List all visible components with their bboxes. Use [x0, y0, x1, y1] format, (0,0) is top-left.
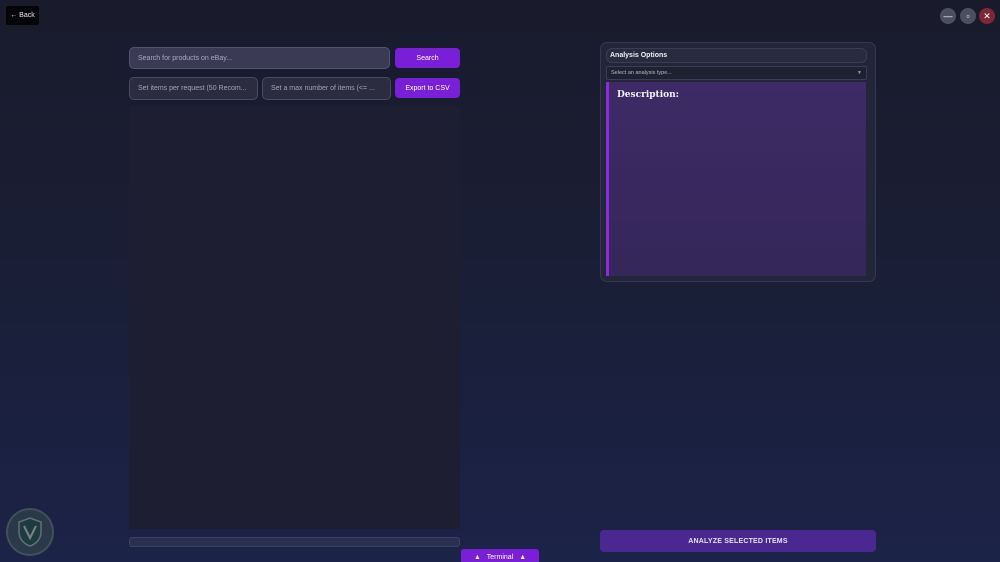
- terminal-label: Terminal: [486, 554, 514, 561]
- description-label: Description:: [617, 90, 679, 100]
- progress-bar: [129, 537, 460, 547]
- close-button[interactable]: ✕: [979, 8, 995, 24]
- max-items-input[interactable]: Set a max number of items (<= ...: [262, 77, 391, 100]
- back-button[interactable]: ← Back: [6, 6, 39, 25]
- description-box: Description:: [606, 82, 866, 276]
- max-items-placeholder: Set a max number of items (<= ...: [271, 85, 375, 92]
- analyze-selected-items-button[interactable]: ANALYZE SELECTED ITEMS: [600, 530, 876, 552]
- terminal-toggle-button[interactable]: ▲ Terminal ▲: [461, 549, 539, 562]
- results-list[interactable]: [129, 106, 460, 529]
- items-per-request-placeholder: Set items per request (50 Recom...: [138, 85, 247, 92]
- dropdown-arrow-icon: ▼: [857, 70, 862, 76]
- maximize-icon: ▫: [966, 11, 970, 21]
- chevron-up-icon: ▲: [519, 554, 527, 561]
- search-button[interactable]: Search: [395, 48, 460, 68]
- close-icon: ✕: [983, 10, 991, 21]
- maximize-button[interactable]: ▫: [960, 8, 976, 24]
- chevron-up-icon: ▲: [473, 554, 481, 561]
- analysis-type-select[interactable]: Select an analysis type... ▼: [606, 66, 867, 80]
- search-input[interactable]: Search for products on eBay...: [129, 47, 390, 69]
- analysis-type-placeholder: Select an analysis type...: [611, 70, 672, 76]
- minimize-icon: —: [943, 11, 953, 21]
- search-input-placeholder: Search for products on eBay...: [138, 54, 233, 62]
- minimize-button[interactable]: —: [940, 8, 956, 24]
- watermark-logo: [6, 508, 54, 556]
- analysis-options-title: Analysis Options: [606, 48, 867, 63]
- analysis-options-panel: Analysis Options Select an analysis type…: [600, 42, 876, 282]
- export-csv-button[interactable]: Export to CSV: [395, 78, 460, 98]
- shield-icon: [18, 517, 42, 547]
- items-per-request-input[interactable]: Set items per request (50 Recom...: [129, 77, 258, 100]
